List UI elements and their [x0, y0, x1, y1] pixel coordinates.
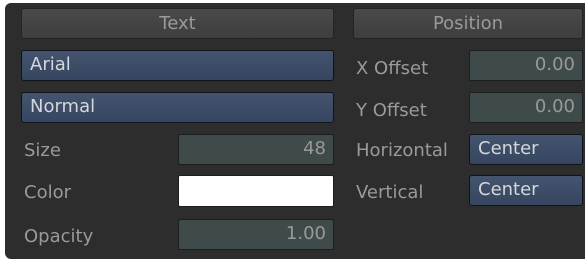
y-offset-field[interactable]: 0.00	[469, 92, 583, 123]
size-label: Size	[24, 140, 61, 161]
y-offset-label: Y Offset	[356, 100, 427, 121]
size-field[interactable]: 48	[178, 134, 334, 165]
font-family-dropdown[interactable]: Arial	[21, 50, 334, 81]
vertical-label: Vertical	[356, 182, 424, 203]
text-properties-panel: Text Arial Normal Size 48 Color Opacity …	[5, 3, 585, 259]
horizontal-align-dropdown[interactable]: Center	[469, 134, 583, 165]
color-swatch[interactable]	[178, 175, 334, 207]
text-section-header: Text	[21, 8, 334, 39]
opacity-field[interactable]: 1.00	[178, 219, 334, 250]
x-offset-label: X Offset	[356, 58, 429, 79]
vertical-align-dropdown[interactable]: Center	[469, 175, 583, 206]
color-label: Color	[24, 182, 71, 203]
font-style-dropdown[interactable]: Normal	[21, 92, 334, 123]
x-offset-field[interactable]: 0.00	[469, 50, 583, 81]
opacity-label: Opacity	[24, 226, 94, 247]
horizontal-label: Horizontal	[356, 140, 448, 161]
position-section-header: Position	[353, 8, 583, 39]
